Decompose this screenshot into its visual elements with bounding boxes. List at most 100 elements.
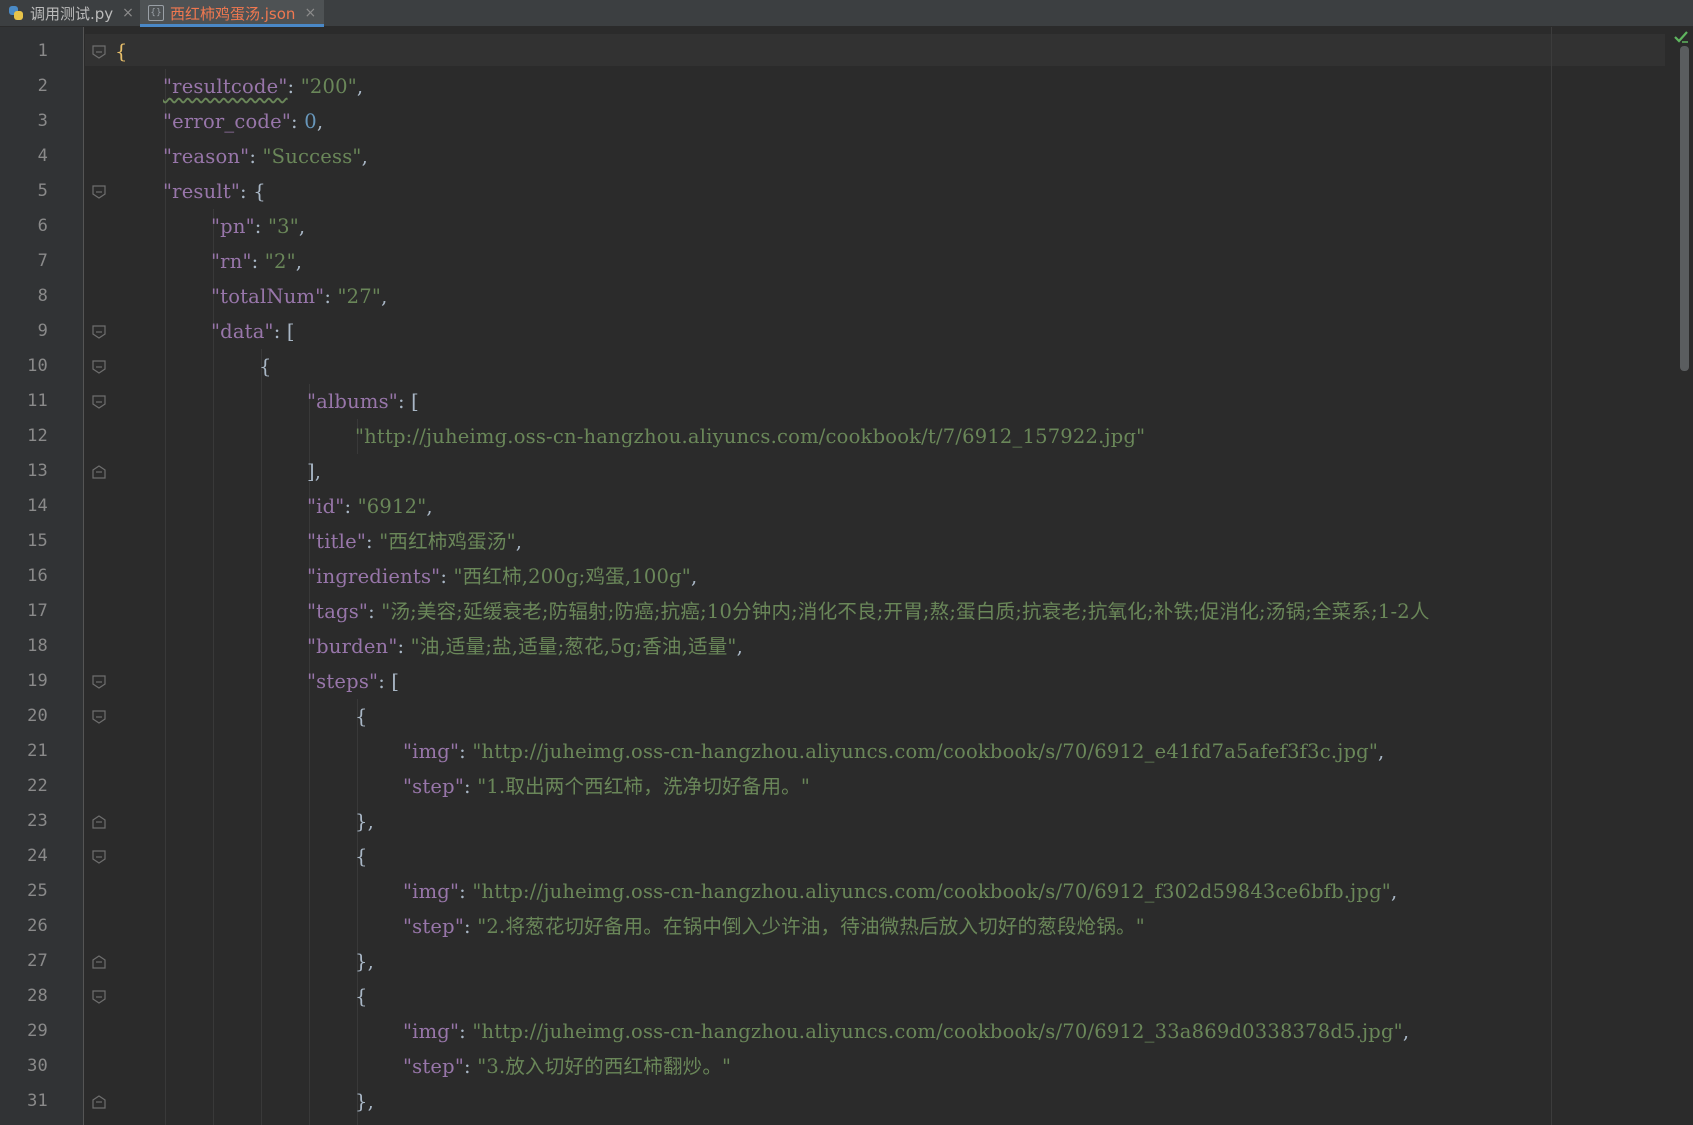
line-number: 10 <box>27 356 48 376</box>
code-text[interactable]: "ingredients": "西红柿,200g;鸡蛋,100g", <box>307 559 697 594</box>
code-text[interactable]: "title": "西红柿鸡蛋汤", <box>307 524 522 559</box>
code-text[interactable]: "id": "6912", <box>307 489 433 524</box>
code-text[interactable]: "steps": [ <box>307 664 399 699</box>
code-line[interactable]: 2 "resultcode": "200", <box>0 69 1693 104</box>
code-text[interactable]: { <box>355 979 368 1014</box>
code-text[interactable]: "http://juheimg.oss-cn-hangzhou.aliyuncs… <box>355 419 1145 454</box>
code-line[interactable]: 29 "img": "http://juheimg.oss-cn-hangzhou… <box>0 1014 1693 1049</box>
tab-call-test-py[interactable]: 调用测试.py × <box>0 0 136 26</box>
code-line[interactable]: 13], <box>0 454 1693 489</box>
code-line[interactable]: 12 "http://juheimg.oss-cn-hangzhou.aliyun… <box>0 419 1693 454</box>
code-text[interactable]: "data": [ <box>211 314 295 349</box>
code-line[interactable]: 31}, <box>0 1084 1693 1119</box>
code-text[interactable]: "burden": "油,适量;盐,适量;葱花,5g;香油,适量", <box>307 629 743 664</box>
code-line[interactable]: 11 "albums": [ <box>0 384 1693 419</box>
code-text[interactable]: "result": { <box>163 174 266 209</box>
json-punctuation: , <box>1402 1020 1410 1043</box>
fold-collapse-icon[interactable] <box>91 989 107 1005</box>
json-key: "step" <box>403 915 465 938</box>
code-line[interactable]: 8 "totalNum": "27", <box>0 279 1693 314</box>
code-text[interactable]: { <box>355 699 368 734</box>
code-line[interactable]: 23}, <box>0 804 1693 839</box>
json-string: "西红柿鸡蛋汤" <box>379 530 516 553</box>
code-text[interactable]: "rn": "2", <box>211 244 302 279</box>
code-editor[interactable]: 1{2 "resultcode": "200", 3 "error_code": 0,… <box>0 27 1693 1125</box>
inspection-ok-check-icon[interactable] <box>1673 30 1689 44</box>
json-string: "200" <box>300 75 357 98</box>
close-icon[interactable]: × <box>304 6 316 20</box>
fold-end-icon[interactable] <box>91 814 107 830</box>
code-text[interactable]: "totalNum": "27", <box>211 279 387 314</box>
code-line[interactable]: 16 "ingredients": "西红柿,200g;鸡蛋,100g", <box>0 559 1693 594</box>
fold-collapse-icon[interactable] <box>91 44 107 60</box>
fold-end-icon[interactable] <box>91 1094 107 1110</box>
code-line[interactable]: 19 "steps": [ <box>0 664 1693 699</box>
code-text[interactable]: "tags": "汤;美容;延缓衰老;防辐射;防癌;抗癌;10分钟内;消化不良;… <box>307 594 1430 629</box>
fold-collapse-icon[interactable] <box>91 394 107 410</box>
code-line[interactable]: 10 { <box>0 349 1693 384</box>
code-text[interactable]: "error_code": 0, <box>163 104 323 139</box>
code-line[interactable]: 9 "data": [ <box>0 314 1693 349</box>
code-text[interactable]: "img": "http://juheimg.oss-cn-hangzhou.a… <box>403 734 1384 769</box>
code-line[interactable]: 14 "id": "6912", <box>0 489 1693 524</box>
code-text[interactable]: "reason": "Success", <box>163 139 368 174</box>
code-line[interactable]: 30 "step": "3.放入切好的西红柿翻炒。" <box>0 1049 1693 1084</box>
code-line[interactable]: 3 "error_code": 0, <box>0 104 1693 139</box>
fold-end-icon[interactable] <box>91 954 107 970</box>
code-line[interactable]: 28 { <box>0 979 1693 1014</box>
code-text[interactable]: { <box>355 1119 368 1125</box>
code-text[interactable]: { <box>115 34 128 69</box>
json-punctuation: : <box>254 215 268 238</box>
code-line[interactable]: 32 { <box>0 1119 1693 1125</box>
fold-collapse-icon[interactable] <box>91 359 107 375</box>
json-punctuation: : <box>440 565 454 588</box>
code-lines[interactable]: 1{2 "resultcode": "200", 3 "error_code": 0,… <box>0 34 1693 1125</box>
code-line[interactable]: 25 "img": "http://juheimg.oss-cn-hangzhou… <box>0 874 1693 909</box>
code-line[interactable]: 15 "title": "西红柿鸡蛋汤", <box>0 524 1693 559</box>
code-text[interactable]: "albums": [ <box>307 384 419 419</box>
code-text[interactable]: "step": "3.放入切好的西红柿翻炒。" <box>403 1049 731 1084</box>
code-text[interactable]: "pn": "3", <box>211 209 305 244</box>
code-line[interactable]: 18 "burden": "油,适量;盐,适量;葱花,5g;香油,适量", <box>0 629 1693 664</box>
code-line[interactable]: 24 { <box>0 839 1693 874</box>
fold-collapse-icon[interactable] <box>91 849 107 865</box>
code-text[interactable]: ], <box>307 454 321 489</box>
code-text[interactable]: "step": "1.取出两个西红柿，洗净切好备用。" <box>403 769 810 804</box>
code-text[interactable]: }, <box>355 944 374 979</box>
code-text[interactable]: "img": "http://juheimg.oss-cn-hangzhou.a… <box>403 874 1397 909</box>
code-text[interactable]: }, <box>355 1084 374 1119</box>
code-text[interactable]: }, <box>355 804 374 839</box>
code-line[interactable]: 6 "pn": "3", <box>0 209 1693 244</box>
code-text[interactable]: "resultcode": "200", <box>163 69 363 104</box>
line-number: 28 <box>27 986 48 1006</box>
code-text[interactable]: { <box>355 839 368 874</box>
vertical-scrollbar[interactable] <box>1677 26 1693 1125</box>
close-icon[interactable]: × <box>122 6 134 20</box>
scrollbar-thumb[interactable] <box>1680 46 1689 371</box>
fold-collapse-icon[interactable] <box>91 184 107 200</box>
code-line[interactable]: 1{ <box>0 34 1693 69</box>
code-line[interactable]: 20 { <box>0 699 1693 734</box>
code-line[interactable]: 17 "tags": "汤;美容;延缓衰老;防辐射;防癌;抗癌;10分钟内;消化不… <box>0 594 1693 629</box>
line-number: 12 <box>27 426 48 446</box>
json-key: "error_code" <box>163 110 292 133</box>
code-line[interactable]: 22 "step": "1.取出两个西红柿，洗净切好备用。" <box>0 769 1693 804</box>
fold-collapse-icon[interactable] <box>91 709 107 725</box>
tab-tomato-egg-soup-json[interactable]: {} 西红柿鸡蛋汤.json × <box>140 0 324 27</box>
code-line[interactable]: 21 "img": "http://juheimg.oss-cn-hangzhou… <box>0 734 1693 769</box>
code-line[interactable]: 7 "rn": "2", <box>0 244 1693 279</box>
fold-end-icon[interactable] <box>91 464 107 480</box>
line-number: 32 <box>0 1119 48 1125</box>
fold-collapse-icon[interactable] <box>91 324 107 340</box>
code-text[interactable]: "step": "2.将葱花切好备用。在锅中倒入少许油，待油微热后放入切好的葱段… <box>403 909 1145 944</box>
fold-collapse-icon[interactable] <box>91 674 107 690</box>
code-text[interactable]: { <box>259 349 272 384</box>
code-line[interactable]: 4 "reason": "Success", <box>0 139 1693 174</box>
line-number: 13 <box>27 461 48 481</box>
code-text[interactable]: "img": "http://juheimg.oss-cn-hangzhou.a… <box>403 1014 1409 1049</box>
code-line[interactable]: 26 "step": "2.将葱花切好备用。在锅中倒入少许油，待油微热后放入切好的… <box>0 909 1693 944</box>
line-number: 18 <box>27 636 48 656</box>
code-line[interactable]: 27}, <box>0 944 1693 979</box>
code-line[interactable]: 5 "result": { <box>0 174 1693 209</box>
json-string: "6912" <box>357 495 427 518</box>
